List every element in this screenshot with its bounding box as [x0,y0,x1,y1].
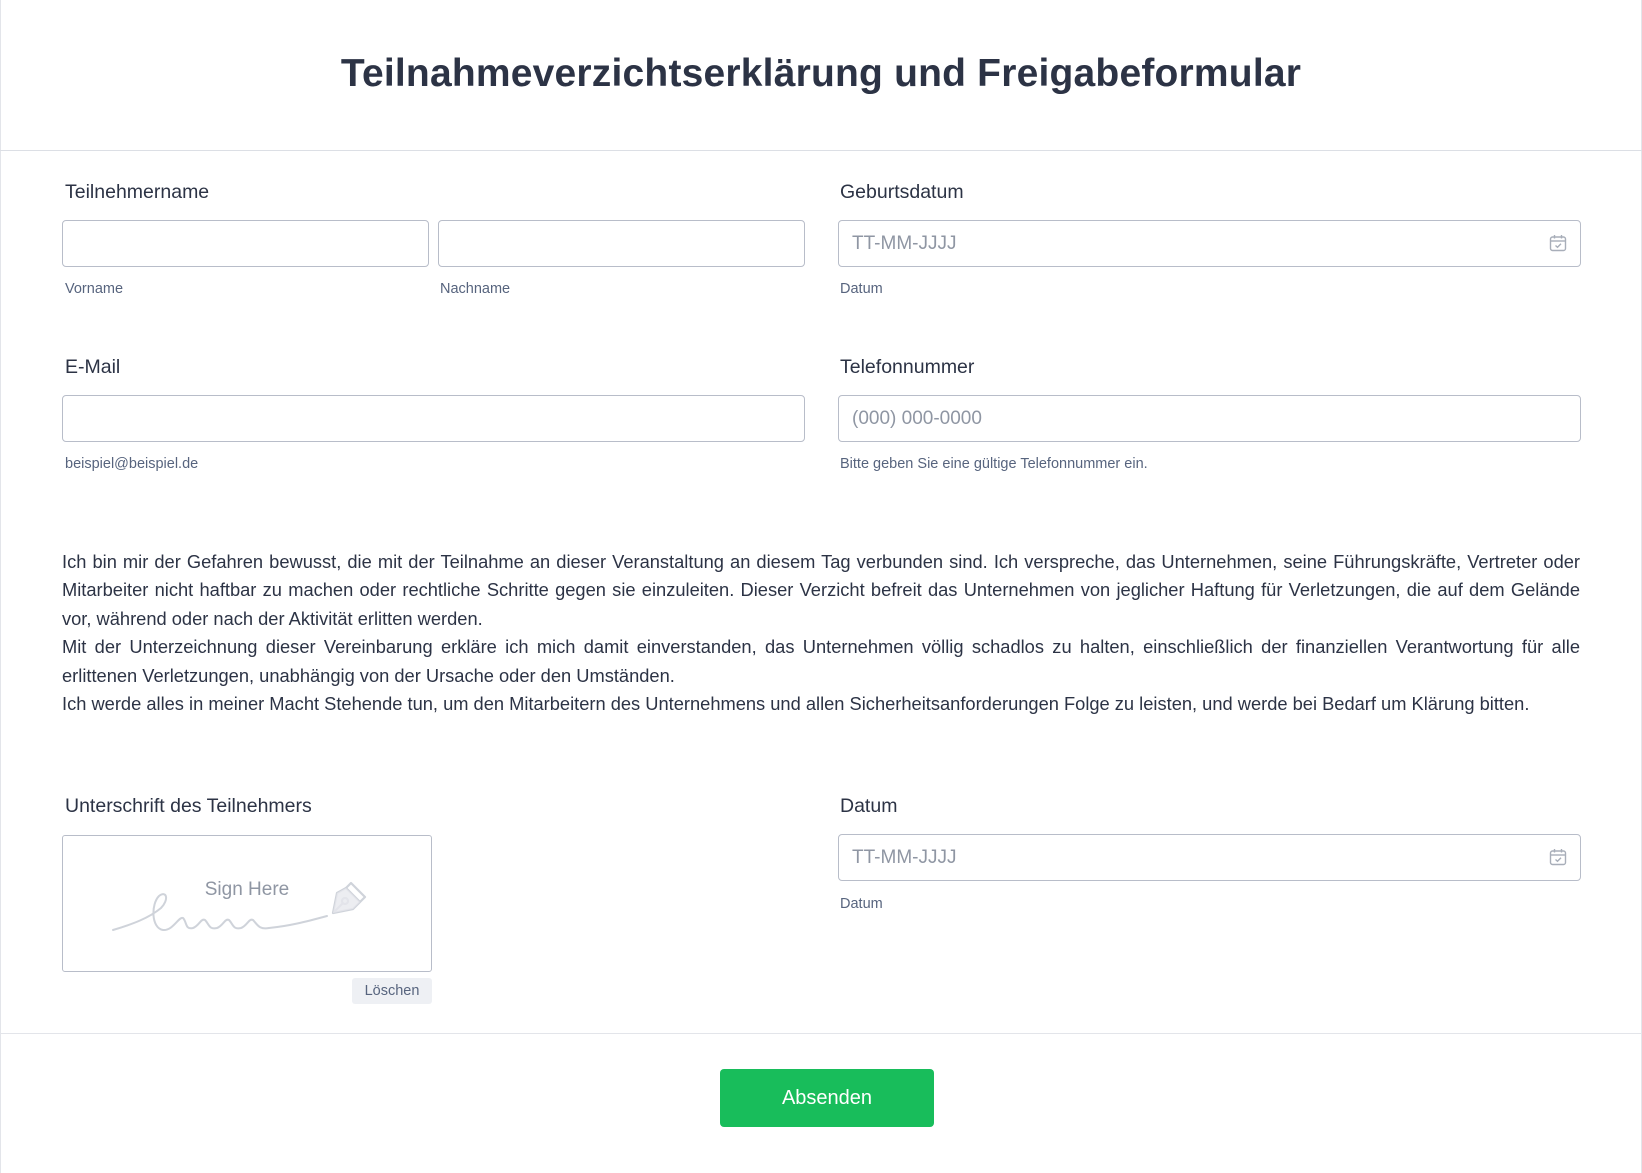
first-name-input[interactable] [62,220,429,267]
birth-date-field [838,220,1581,267]
footer-divider [0,1033,1642,1034]
signature-pad[interactable]: Sign Here [62,835,432,972]
submit-button[interactable]: Absenden [720,1069,934,1127]
email-label: E-Mail [65,356,121,378]
signature-label: Unterschrift des Teilnehmers [65,795,312,817]
birth-date-sublabel: Datum [840,281,883,297]
waiver-paragraph: Ich bin mir der Gefahren bewusst, die mi… [62,551,1580,629]
birth-date-input[interactable] [838,220,1581,267]
participant-name-label: Teilnehmername [65,181,210,203]
first-name-sublabel: Vorname [65,281,124,297]
email-input[interactable] [62,395,805,442]
waiver-paragraph: Ich werde alles in meiner Macht Stehende… [62,693,1530,715]
calendar-icon[interactable] [1549,848,1567,866]
phone-label: Telefonnummer [840,356,975,378]
email-sublabel: beispiel@beispiel.de [65,456,199,472]
date-field [838,834,1581,881]
last-name-sublabel: Nachname [440,281,511,297]
waiver-paragraph: Mit der Unterzeichnung dieser Vereinbaru… [62,636,1580,686]
last-name-input[interactable] [438,220,805,267]
date-label: Datum [840,795,898,817]
date-sublabel: Datum [840,896,883,912]
pen-nib-icon [331,881,367,915]
birth-date-label: Geburtsdatum [840,181,964,203]
form-header: Teilnahmeverzichtserklärung und Freigabe… [0,0,1642,151]
phone-sublabel: Bitte geben Sie eine gültige Telefonnumm… [840,456,1148,472]
calendar-icon[interactable] [1549,234,1567,252]
phone-input[interactable] [838,395,1581,442]
date-input[interactable] [838,834,1581,881]
form-title: Teilnahmeverzichtserklärung und Freigabe… [340,52,1302,95]
waiver-text: Ich bin mir der Gefahren bewusst, die mi… [62,548,1580,718]
clear-signature-button[interactable]: Löschen [352,978,432,1004]
